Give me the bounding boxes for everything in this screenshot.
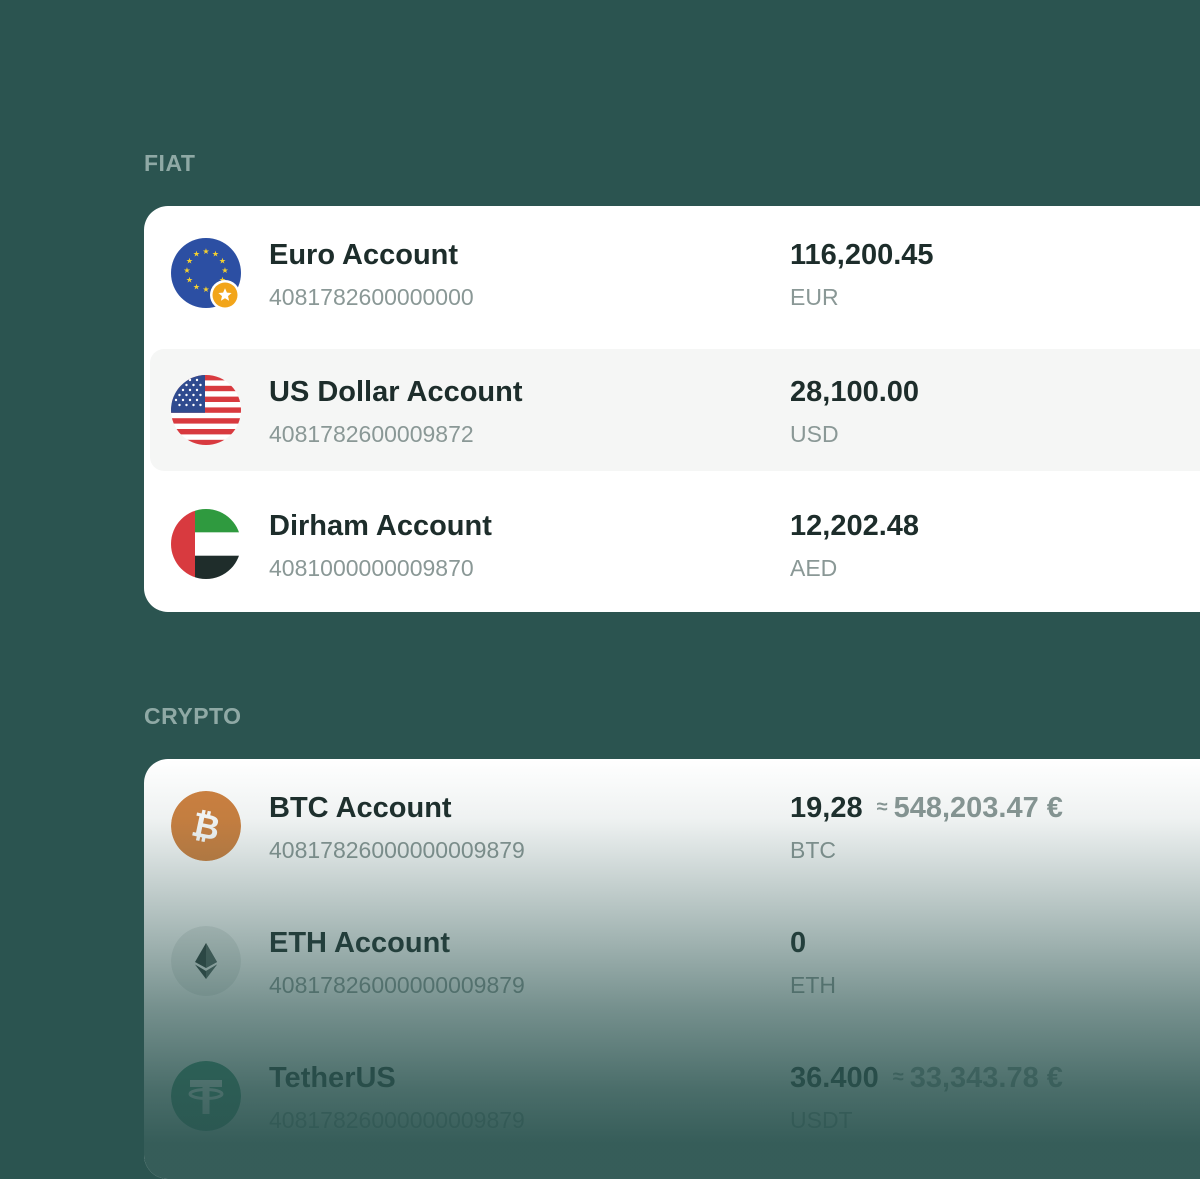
account-row-eur[interactable]: ★ ★ ★ ★ ★ ★ ★ ★ ★ ★ ★ ★ xyxy=(144,206,1200,328)
account-balance: 0 xyxy=(790,927,807,959)
account-name: Euro Account xyxy=(269,239,459,271)
ethereum-icon xyxy=(171,926,241,996)
account-balance: 12,202.48 xyxy=(790,510,920,542)
account-balance: 28,100.00 xyxy=(790,376,920,408)
approx-symbol: ≈ xyxy=(876,796,888,818)
fiat-accounts-card: ★ ★ ★ ★ ★ ★ ★ ★ ★ ★ ★ ★ xyxy=(144,206,1200,612)
account-name: TetherUS xyxy=(269,1062,396,1094)
account-row-eth[interactable]: ETH Account 40817826000000009879 0 ETH xyxy=(144,894,1200,1016)
svg-text:★: ★ xyxy=(202,247,209,256)
account-name: Dirham Account xyxy=(269,510,492,542)
crypto-section-label: CRYPTO xyxy=(144,703,242,729)
account-currency: BTC xyxy=(790,837,836,863)
account-name: US Dollar Account xyxy=(269,376,523,408)
account-number: 40817826000000009879 xyxy=(269,837,525,863)
account-row-btc[interactable]: ₿ BTC Account 40817826000000009879 19,28… xyxy=(144,759,1200,881)
account-currency: AED xyxy=(790,555,838,581)
crypto-accounts-card: ₿ BTC Account 40817826000000009879 19,28… xyxy=(144,759,1200,1179)
svg-text:★: ★ xyxy=(183,266,190,275)
account-balance: 19,28 ≈548,203.47 € xyxy=(790,792,1063,824)
uae-flag-icon xyxy=(171,509,241,579)
account-row-usd[interactable]: US Dollar Account 4081782600009872 28,10… xyxy=(150,349,1200,471)
account-currency: ETH xyxy=(790,972,836,998)
converted-balance: 33,343.78 € xyxy=(909,1062,1063,1094)
account-number: 4081000000009870 xyxy=(269,555,474,581)
us-flag-icon xyxy=(171,375,241,445)
default-star-badge-icon xyxy=(209,279,241,311)
svg-text:★: ★ xyxy=(221,266,228,275)
account-currency: USDT xyxy=(790,1107,853,1133)
tether-icon xyxy=(171,1061,241,1131)
svg-text:★: ★ xyxy=(193,283,200,292)
account-number: 4081782600000000 xyxy=(269,284,474,310)
account-balance: 36.400 ≈33,343.78 € xyxy=(790,1062,1063,1094)
account-number: 40817826000000009879 xyxy=(269,972,525,998)
account-number: 4081782600009872 xyxy=(269,421,474,447)
fiat-section-label: FIAT xyxy=(144,150,196,176)
bitcoin-icon: ₿ xyxy=(171,791,241,861)
svg-text:★: ★ xyxy=(193,250,200,259)
account-number: 40817826000000009879 xyxy=(269,1107,525,1133)
account-currency: USD xyxy=(790,421,839,447)
account-row-aed[interactable]: Dirham Account 4081000000009870 12,202.4… xyxy=(144,477,1200,599)
account-row-usdt[interactable]: TetherUS 40817826000000009879 36.400 ≈33,… xyxy=(144,1029,1200,1151)
svg-text:★: ★ xyxy=(219,257,226,266)
svg-text:★: ★ xyxy=(186,276,193,285)
converted-balance: 548,203.47 € xyxy=(893,792,1063,824)
account-name: BTC Account xyxy=(269,792,452,824)
account-currency: EUR xyxy=(790,284,839,310)
approx-symbol: ≈ xyxy=(892,1066,904,1088)
account-balance: 116,200.45 xyxy=(790,239,934,271)
account-name: ETH Account xyxy=(269,927,450,959)
